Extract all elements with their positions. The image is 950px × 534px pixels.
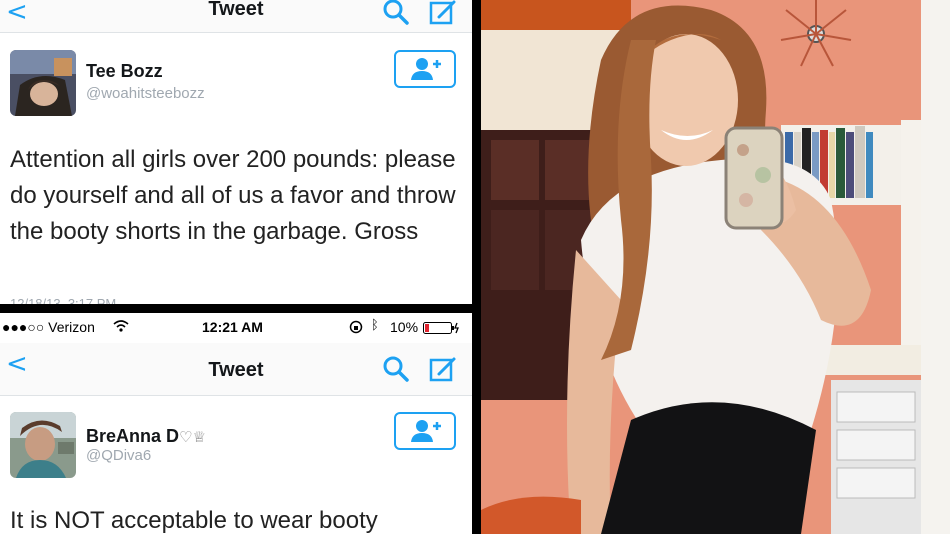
avatar[interactable] <box>10 50 76 116</box>
tweet-text: Attention all girls over 200 pounds: ple… <box>10 146 456 245</box>
user-handle[interactable]: @woahitsteebozz <box>86 85 205 102</box>
tweet-panel-top: < Tweet Tee Bozz @woahitsteebozz Attenti… <box>0 0 472 304</box>
compose-icon[interactable] <box>428 0 458 27</box>
user-name-text: BreAnna D <box>86 426 180 446</box>
name-symbols: ♡♕ <box>179 428 206 446</box>
tweet-panel-bottom: ●●●○○ Verizon 12:21 AM ᛒ 10% < Tweet Bre… <box>0 313 472 534</box>
battery-percent: 10% <box>390 319 419 335</box>
tweet-timestamp: 12/18/13, 3:17 PM <box>10 296 117 304</box>
carrier-label: ●●●○○ Verizon <box>2 319 95 335</box>
nav-bar: < Tweet <box>0 343 472 396</box>
user-name[interactable]: BreAnna D♡♕ <box>86 426 206 447</box>
follow-button[interactable] <box>394 412 456 450</box>
selfie-photo <box>481 0 950 534</box>
follow-icon <box>411 420 441 442</box>
tweet-text: It is NOT acceptable to wear booty <box>10 507 378 534</box>
lock-rotation-icon <box>349 320 363 337</box>
wifi-icon <box>113 319 129 335</box>
battery-icon <box>423 321 461 337</box>
avatar[interactable] <box>10 412 76 478</box>
nav-bar: < Tweet <box>0 0 472 33</box>
status-time: 12:21 AM <box>202 319 263 335</box>
follow-icon <box>411 58 441 80</box>
bluetooth-icon: ᛒ <box>371 318 379 333</box>
search-icon[interactable] <box>381 0 411 27</box>
user-handle[interactable]: @QDiva6 <box>86 447 151 464</box>
follow-button[interactable] <box>394 50 456 88</box>
status-bar: ●●●○○ Verizon 12:21 AM ᛒ 10% <box>0 313 472 341</box>
search-icon[interactable] <box>381 354 411 384</box>
user-name[interactable]: Tee Bozz <box>86 61 163 82</box>
compose-icon[interactable] <box>428 354 458 384</box>
